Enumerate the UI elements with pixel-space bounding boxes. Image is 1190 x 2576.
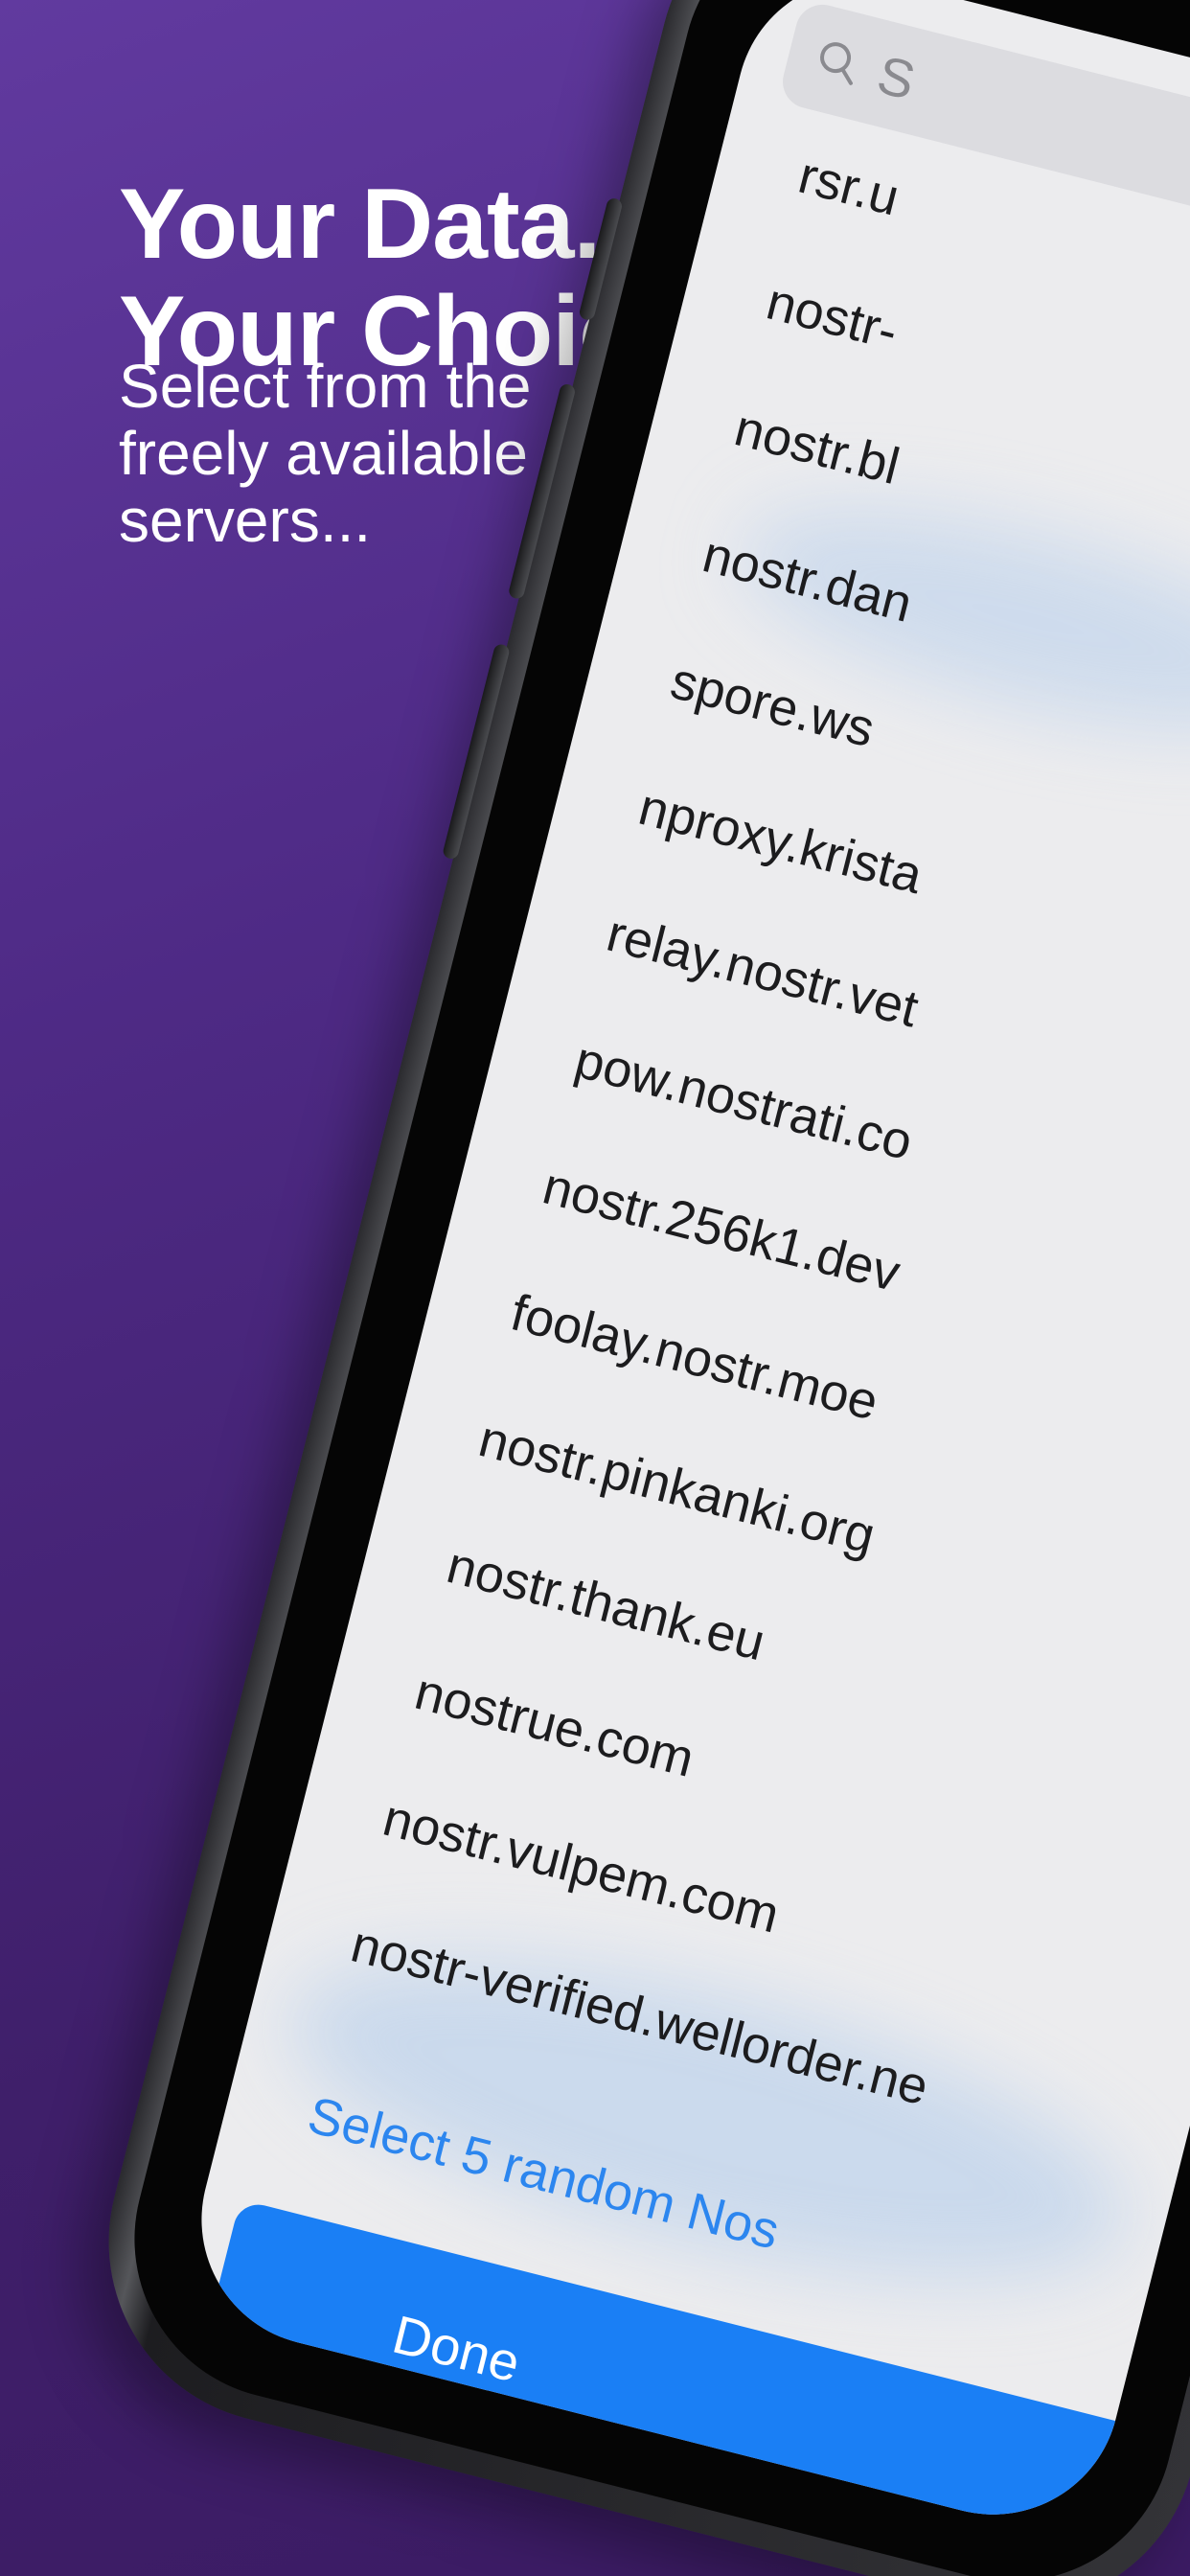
done-button[interactable]: Done xyxy=(195,2199,1170,2542)
phone-screen: S rsr.u nostr- nostr.bl nostr.dan spore.… xyxy=(174,0,1190,2542)
phone-side-button-silent xyxy=(578,196,624,322)
phone-bezel: S rsr.u nostr- nostr.bl nostr.dan spore.… xyxy=(100,0,1190,2576)
home-indicator xyxy=(268,2473,830,2542)
phone-mockup-area: S rsr.u nostr- nostr.bl nostr.dan spore.… xyxy=(0,0,1190,2576)
search-icon xyxy=(820,42,853,85)
relay-list: rsr.u nostr- nostr.bl nostr.dan spore.ws… xyxy=(294,101,1190,2231)
phone-frame: S rsr.u nostr- nostr.bl nostr.dan spore.… xyxy=(69,0,1190,2576)
search-placeholder: S xyxy=(871,43,922,111)
